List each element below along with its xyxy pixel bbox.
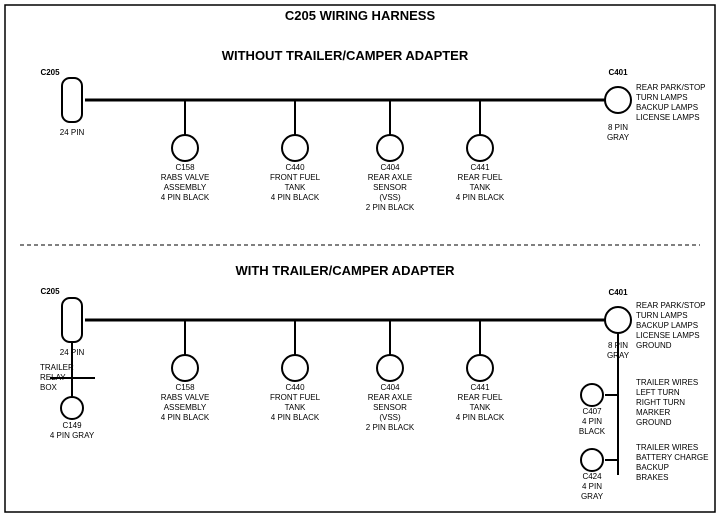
s2-left-id: C205 <box>40 287 60 296</box>
s2-c407-id: C407 <box>582 407 602 416</box>
s2-c407-sub1: 4 PIN <box>582 417 602 426</box>
s1-c158-label4: 4 PIN BLACK <box>161 193 210 202</box>
s2-c440-label1: C440 <box>285 383 305 392</box>
s2-c407-label3: RIGHT TURN <box>636 398 685 407</box>
s1-c404-label3: SENSOR <box>373 183 407 192</box>
diagram-container: C205 WIRING HARNESS WITHOUT TRAILER/CAMP… <box>0 0 720 517</box>
s1-c440-label2: FRONT FUEL <box>270 173 321 182</box>
s2-right-id: C401 <box>608 288 628 297</box>
s2-trailer-relay-label2: RELAY <box>40 373 66 382</box>
s1-right-sub2: GRAY <box>607 133 630 142</box>
s2-right-label5: GROUND <box>636 341 672 350</box>
section2-title: WITH TRAILER/CAMPER ADAPTER <box>235 263 455 278</box>
s1-c158-label2: RABS VALVE <box>161 173 210 182</box>
s2-c441-label3: TANK <box>470 403 491 412</box>
s1-c440-label4: 4 PIN BLACK <box>271 193 320 202</box>
s2-c407-label1: TRAILER WIRES <box>636 378 698 387</box>
s2-c440-label3: TANK <box>285 403 306 412</box>
s2-c407-label2: LEFT TURN <box>636 388 680 397</box>
s2-c440-label2: FRONT FUEL <box>270 393 321 402</box>
s2-right-label3: BACKUP LAMPS <box>636 321 698 330</box>
s2-trailer-relay-label3: BOX <box>40 383 58 392</box>
s1-c404-label5: 2 PIN BLACK <box>366 203 415 212</box>
s1-c441-label1: C441 <box>470 163 490 172</box>
s1-c440-label1: C440 <box>285 163 305 172</box>
s1-c441-label3: TANK <box>470 183 491 192</box>
s2-c407-label5: GROUND <box>636 418 672 427</box>
s1-right-label1: REAR PARK/STOP <box>636 83 706 92</box>
s1-right-label4: LICENSE LAMPS <box>636 113 700 122</box>
s2-c404-label4: (VSS) <box>379 413 401 422</box>
s2-c424-sub1: 4 PIN <box>582 482 602 491</box>
s2-c407-sub2: BLACK <box>579 427 606 436</box>
s2-c404-label1: C404 <box>380 383 400 392</box>
s2-c404-label3: SENSOR <box>373 403 407 412</box>
s1-c404-label4: (VSS) <box>379 193 401 202</box>
s2-c407-label4: MARKER <box>636 408 670 417</box>
s2-c424-label1: TRAILER WIRES <box>636 443 698 452</box>
s2-c149-id: C149 <box>62 421 82 430</box>
s1-right-label3: BACKUP LAMPS <box>636 103 698 112</box>
s2-right-label2: TURN LAMPS <box>636 311 688 320</box>
s2-c149-sub: 4 PIN GRAY <box>50 431 95 440</box>
s1-c404-label2: REAR AXLE <box>368 173 412 182</box>
s2-c424-id: C424 <box>582 472 602 481</box>
s2-right-label1: REAR PARK/STOP <box>636 301 706 310</box>
s1-c441-label2: REAR FUEL <box>458 173 503 182</box>
s2-c424-label3: BACKUP <box>636 463 669 472</box>
s2-c441-label1: C441 <box>470 383 490 392</box>
s1-c440-label3: TANK <box>285 183 306 192</box>
s2-c404-label2: REAR AXLE <box>368 393 412 402</box>
s2-c424-label2: BATTERY CHARGE <box>636 453 708 462</box>
s1-c158-label3: ASSEMBLY <box>164 183 207 192</box>
s2-c158-label2: RABS VALVE <box>161 393 210 402</box>
s1-left-sub: 24 PIN <box>60 128 85 137</box>
section1-title: WITHOUT TRAILER/CAMPER ADAPTER <box>222 48 469 63</box>
s2-c404-label5: 2 PIN BLACK <box>366 423 415 432</box>
s1-c158-label1: C158 <box>175 163 195 172</box>
s2-c424-label4: BRAKES <box>636 473 668 482</box>
main-title: C205 WIRING HARNESS <box>285 8 436 23</box>
s2-c158-label3: ASSEMBLY <box>164 403 207 412</box>
s2-trailer-relay-label1: TRAILER <box>40 363 74 372</box>
s1-c404-label1: C404 <box>380 163 400 172</box>
s2-right-label4: LICENSE LAMPS <box>636 331 700 340</box>
s2-c158-label4: 4 PIN BLACK <box>161 413 210 422</box>
s2-c441-label4: 4 PIN BLACK <box>456 413 505 422</box>
s1-right-label2: TURN LAMPS <box>636 93 688 102</box>
s1-right-sub1: 8 PIN <box>608 123 628 132</box>
s2-c424-sub2: GRAY <box>581 492 604 501</box>
s1-left-id: C205 <box>40 68 60 77</box>
s1-c441-label4: 4 PIN BLACK <box>456 193 505 202</box>
s2-c440-label4: 4 PIN BLACK <box>271 413 320 422</box>
s1-right-id: C401 <box>608 68 628 77</box>
s2-c158-label1: C158 <box>175 383 195 392</box>
s2-c441-label2: REAR FUEL <box>458 393 503 402</box>
